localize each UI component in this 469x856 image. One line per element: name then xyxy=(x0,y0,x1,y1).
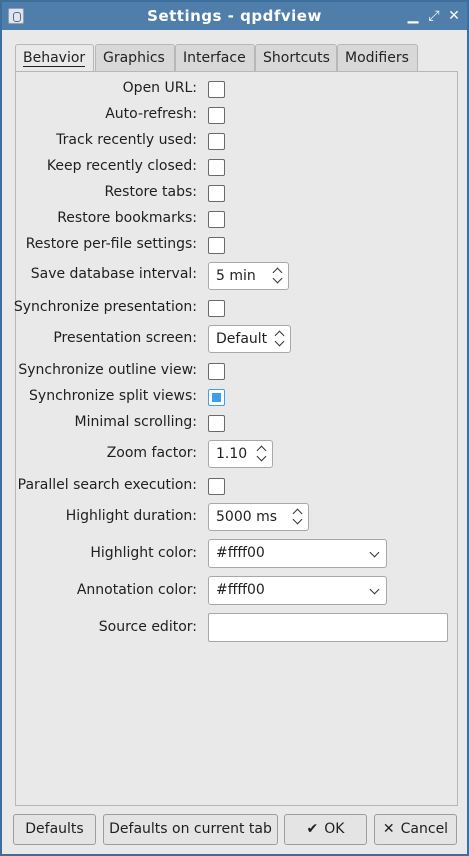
tab-interface[interactable]: Interface xyxy=(175,44,255,72)
highlight-color-value: #ffff00 xyxy=(216,545,265,561)
tab-graphics-label: Graphics xyxy=(103,50,165,66)
defaults-button-label: Defaults xyxy=(25,821,84,837)
settings-window: Settings - qpdfview ▁ ⤢ ✕ Behavior Graph… xyxy=(0,0,469,856)
highlight-duration-label: Highlight duration: xyxy=(65,508,197,524)
title-bar[interactable]: Settings - qpdfview ▁ ⤢ ✕ xyxy=(2,2,467,30)
zoom-factor-spinbox[interactable]: 1.10 xyxy=(208,440,273,468)
defaults-button[interactable]: Defaults xyxy=(13,814,96,845)
restore-per-file-checkbox[interactable] xyxy=(208,237,225,254)
restore-tabs-label: Restore tabs: xyxy=(104,184,197,200)
restore-bookmarks-label: Restore bookmarks: xyxy=(57,210,197,226)
tab-shortcuts-label: Shortcuts xyxy=(263,50,330,66)
presentation-screen-spinbox[interactable]: Default xyxy=(208,325,291,353)
behavior-panel xyxy=(15,71,458,806)
window-title: Settings - qpdfview xyxy=(147,7,322,25)
source-editor-label: Source editor: xyxy=(98,619,197,635)
cancel-button[interactable]: ✕ Cancel xyxy=(374,814,457,845)
track-recently-used-label: Track recently used: xyxy=(56,132,197,148)
chevron-down-icon xyxy=(369,584,380,595)
annotation-color-value: #ffff00 xyxy=(216,582,265,598)
save-db-interval-value: 5 min xyxy=(216,268,256,284)
close-icon[interactable]: ✕ xyxy=(445,6,463,26)
open-url-checkbox[interactable] xyxy=(208,81,225,98)
track-recently-used-checkbox[interactable] xyxy=(208,133,225,150)
ok-button-label: OK xyxy=(324,821,345,837)
defaults-on-current-tab-label: Defaults on current tab xyxy=(109,821,272,837)
auto-refresh-checkbox[interactable] xyxy=(208,107,225,124)
sync-split-label: Synchronize split views: xyxy=(29,388,197,404)
highlight-duration-spinbox[interactable]: 5000 ms xyxy=(208,503,309,531)
restore-icon[interactable]: ⤢ xyxy=(425,6,443,26)
spin-arrows-icon[interactable] xyxy=(272,266,284,286)
restore-bookmarks-checkbox[interactable] xyxy=(208,211,225,228)
spin-arrows-icon[interactable] xyxy=(256,444,268,464)
tab-shortcuts[interactable]: Shortcuts xyxy=(255,44,337,72)
cancel-icon: ✕ xyxy=(382,821,395,837)
chevron-down-icon xyxy=(369,547,380,558)
tab-modifiers-label: Modifiers xyxy=(345,50,409,66)
minimize-icon[interactable]: ▁ xyxy=(404,6,422,26)
save-db-interval-spinbox[interactable]: 5 min xyxy=(208,262,289,290)
sync-split-checkbox[interactable] xyxy=(208,389,225,406)
tab-behavior-label: Behavior xyxy=(23,50,86,67)
presentation-screen-label: Presentation screen: xyxy=(53,330,197,346)
ok-button[interactable]: ✔ OK xyxy=(284,814,367,845)
highlight-duration-value: 5000 ms xyxy=(216,509,278,525)
cancel-button-label: Cancel xyxy=(400,821,449,837)
tab-behavior[interactable]: Behavior xyxy=(15,44,94,73)
tab-interface-label: Interface xyxy=(183,50,246,66)
sync-presentation-checkbox[interactable] xyxy=(208,300,225,317)
source-editor-field[interactable] xyxy=(208,613,448,642)
keep-recently-closed-label: Keep recently closed: xyxy=(46,158,197,174)
minimal-scrolling-label: Minimal scrolling: xyxy=(74,414,197,430)
save-db-interval-label: Save database interval: xyxy=(30,266,197,282)
spin-arrows-icon[interactable] xyxy=(274,329,286,349)
zoom-factor-value: 1.10 xyxy=(216,446,248,462)
parallel-search-checkbox[interactable] xyxy=(208,478,225,495)
open-url-label: Open URL: xyxy=(122,80,197,96)
minimal-scrolling-checkbox[interactable] xyxy=(208,415,225,432)
spin-arrows-icon[interactable] xyxy=(292,507,304,527)
tab-graphics[interactable]: Graphics xyxy=(95,44,175,72)
presentation-screen-value: Default xyxy=(216,331,268,347)
auto-refresh-label: Auto-refresh: xyxy=(105,106,197,122)
keep-recently-closed-checkbox[interactable] xyxy=(208,159,225,176)
annotation-color-combo[interactable]: #ffff00 xyxy=(208,576,387,605)
sync-outline-label: Synchronize outline view: xyxy=(18,362,197,378)
sync-presentation-label: Synchronize presentation: xyxy=(13,299,197,315)
parallel-search-label: Parallel search execution: xyxy=(17,477,197,493)
sync-outline-checkbox[interactable] xyxy=(208,363,225,380)
tab-modifiers[interactable]: Modifiers xyxy=(337,44,418,72)
checkmark-icon: ✔ xyxy=(306,821,319,837)
annotation-color-label: Annotation color: xyxy=(76,582,197,598)
highlight-color-combo[interactable]: #ffff00 xyxy=(208,539,387,568)
defaults-on-current-tab-button[interactable]: Defaults on current tab xyxy=(103,814,278,845)
restore-per-file-label: Restore per-file settings: xyxy=(25,236,197,252)
highlight-color-label: Highlight color: xyxy=(90,545,197,561)
restore-tabs-checkbox[interactable] xyxy=(208,185,225,202)
zoom-factor-label: Zoom factor: xyxy=(106,445,197,461)
